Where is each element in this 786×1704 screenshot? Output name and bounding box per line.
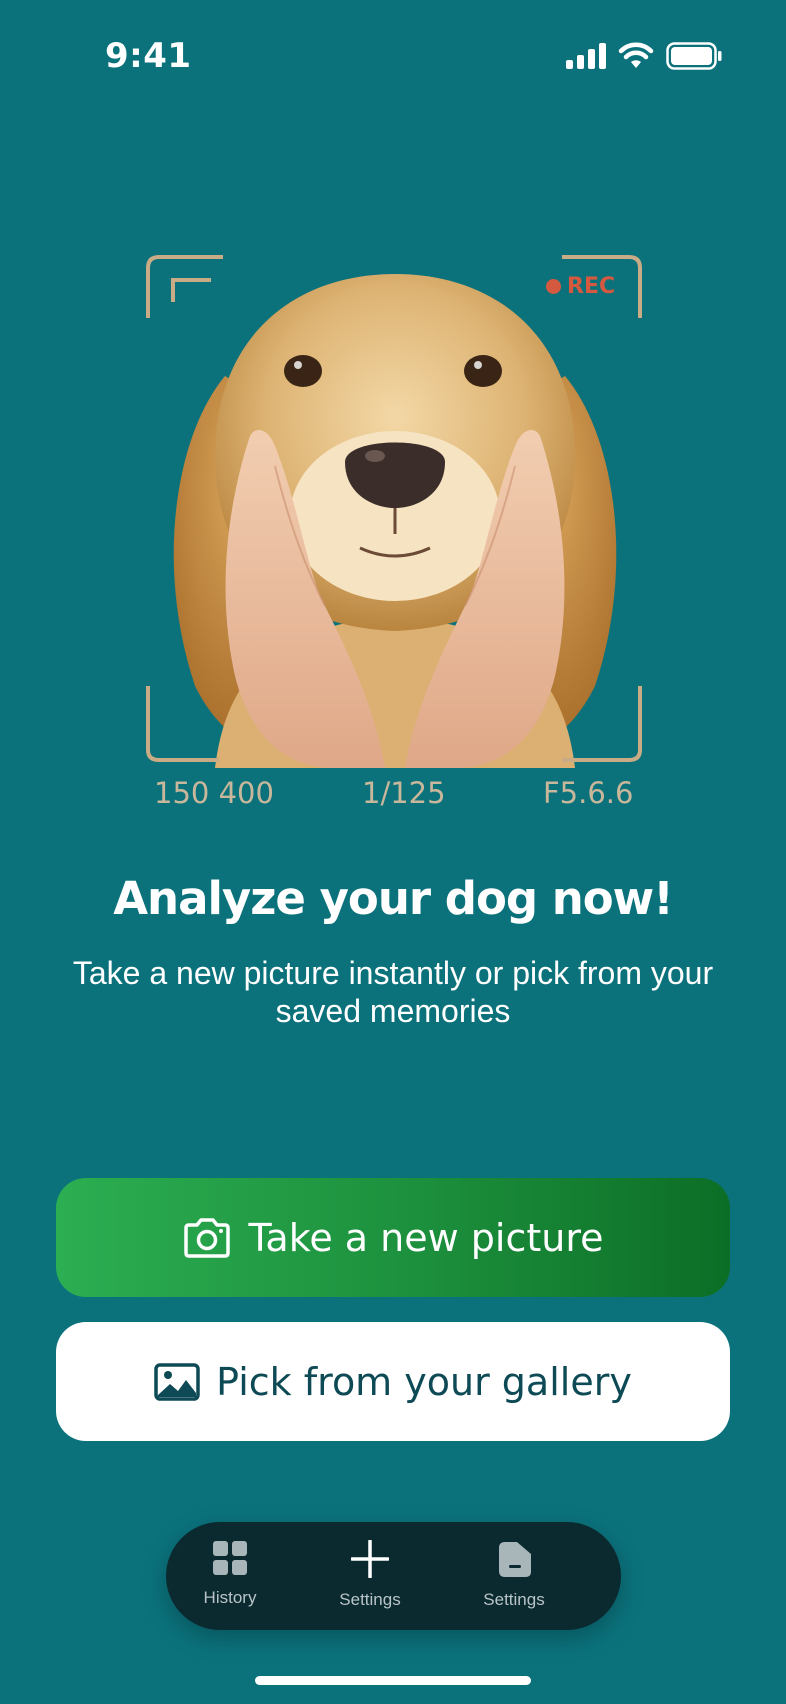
tab-settings-label: Settings [483,1590,545,1609]
viewfinder-corner-top-left [146,255,223,318]
folder-icon [499,1542,531,1577]
pick-gallery-label: Pick from your gallery [216,1359,632,1404]
status-time: 9:41 [105,36,192,76]
tab-bar: History Settings Settings [166,1522,621,1630]
page-subtitle: Take a new picture instantly or pick fro… [72,955,714,1029]
image-icon [154,1362,200,1401]
status-bar: 9:41 [0,0,786,120]
take-picture-button[interactable]: Take a new picture [56,1178,730,1297]
home-indicator [255,1676,531,1685]
rec-indicator: REC [546,274,615,299]
wifi-icon [618,42,654,68]
camera-readouts: 150 400 1/125 F5.6.6 [0,770,786,820]
iso-readout: 150 400 [154,776,274,810]
plus-icon [351,1540,389,1578]
viewfinder-corner-bottom-right [562,686,642,762]
shutter-readout: 1/125 [362,776,446,810]
status-icons [566,42,722,70]
grid-icon [213,1541,247,1575]
pick-gallery-button[interactable]: Pick from your gallery [56,1322,730,1441]
aperture-readout: F5.6.6 [543,776,634,810]
camera-viewfinder: REC [145,254,645,768]
tab-settings[interactable]: Settings [454,1540,574,1610]
take-picture-label: Take a new picture [248,1215,604,1260]
battery-icon [666,42,722,70]
signal-icon [566,43,606,69]
tab-add-label: Settings [339,1590,401,1609]
camera-icon [184,1217,231,1258]
tab-history-label: History [203,1588,257,1607]
page-title: Analyze your dog now! [113,872,674,925]
tab-add[interactable]: Settings [310,1540,430,1610]
rec-dot-icon [546,279,561,294]
rec-label: REC [567,274,616,299]
viewfinder-corner-bottom-left [146,686,219,762]
tab-history[interactable]: History [170,1540,290,1608]
